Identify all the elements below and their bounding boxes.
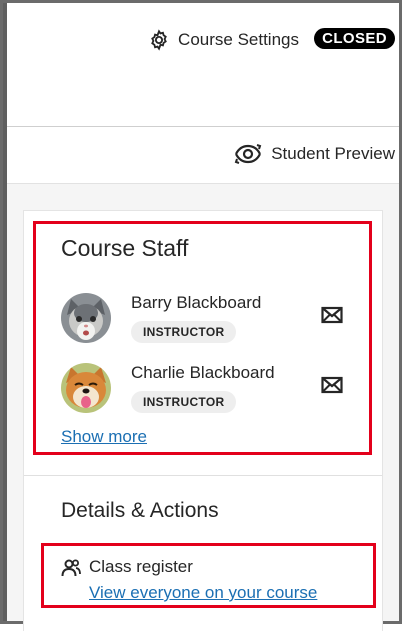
people-icon — [61, 559, 81, 577]
course-details-panel: Course Staff Barry Blackboard INSTRUCTOR… — [23, 210, 383, 631]
view-everyone-link[interactable]: View everyone on your course — [89, 583, 317, 603]
staff-name: Barry Blackboard — [131, 293, 262, 312]
student-preview-label: Student Preview — [271, 144, 395, 163]
side-panel-area: Course Staff Barry Blackboard INSTRUCTOR… — [7, 184, 399, 631]
role-badge: INSTRUCTOR — [131, 391, 237, 413]
course-staff-heading: Course Staff — [61, 235, 189, 261]
envelope-icon[interactable] — [321, 376, 343, 394]
eye-refresh-icon — [234, 144, 262, 164]
dog-avatar-image — [61, 363, 111, 413]
details-actions-heading: Details & Actions — [61, 499, 219, 522]
avatar[interactable] — [61, 293, 111, 343]
student-preview-bar: Student Preview — [7, 127, 399, 184]
cat-avatar-image — [61, 293, 111, 343]
course-header: Course Settings CLOSED — [7, 3, 399, 127]
section-divider — [24, 475, 382, 476]
course-settings-label: Course Settings — [178, 30, 299, 49]
show-more-link[interactable]: Show more — [61, 427, 147, 447]
staff-name: Charlie Blackboard — [131, 363, 275, 382]
gear-icon — [151, 29, 167, 51]
course-settings-button[interactable]: Course Settings — [148, 29, 299, 51]
course-status-badge: CLOSED — [314, 28, 395, 49]
student-preview-button[interactable]: Student Preview — [233, 141, 395, 167]
class-register-label: Class register — [89, 557, 193, 576]
staff-member: Barry Blackboard INSTRUCTOR — [61, 293, 361, 347]
staff-member: Charlie Blackboard INSTRUCTOR — [61, 363, 361, 417]
role-badge: INSTRUCTOR — [131, 321, 237, 343]
avatar[interactable] — [61, 363, 111, 413]
envelope-icon[interactable] — [321, 306, 343, 324]
